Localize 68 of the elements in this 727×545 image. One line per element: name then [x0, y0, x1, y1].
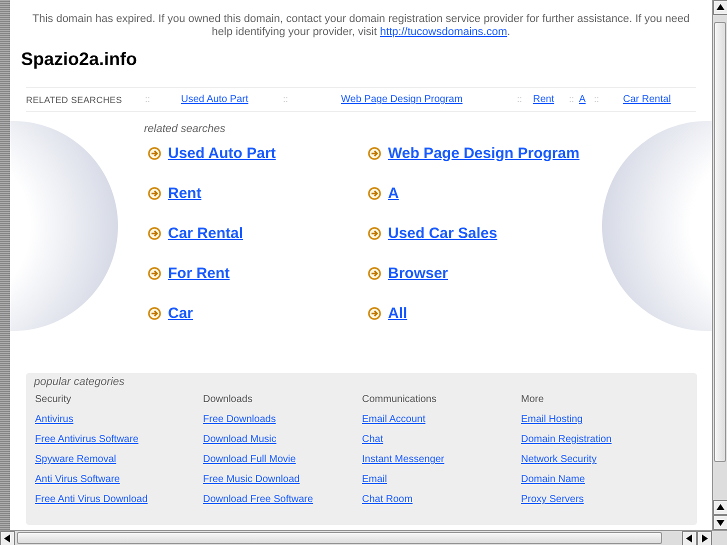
category-link[interactable]: Proxy Servers [521, 494, 584, 514]
category-title: Security [35, 394, 72, 407]
domain-link[interactable]: http://tucowsdomains.com [380, 26, 508, 38]
arrow-circle-icon [368, 306, 381, 320]
category-link[interactable]: Free Downloads [203, 414, 276, 434]
category-link[interactable]: Antivirus [35, 414, 74, 434]
category-link[interactable]: Download Free Software [203, 494, 314, 514]
search-link[interactable]: Browser [388, 264, 448, 282]
arrow-circle-icon [148, 186, 161, 200]
category-link[interactable]: Email [362, 474, 388, 494]
separator: :: [569, 94, 574, 104]
arrow-circle-icon [148, 226, 161, 240]
category-link[interactable]: Free Antivirus Software [35, 434, 138, 454]
search-link[interactable]: Car [168, 304, 194, 322]
category-link[interactable]: Spyware Removal [35, 454, 116, 474]
related-link[interactable]: Car Rental [623, 94, 671, 105]
scroll-left-icon[interactable] [0, 531, 15, 545]
site-title: Spazio2a.info [21, 49, 138, 71]
separator: :: [594, 94, 600, 104]
separator: :: [517, 94, 522, 104]
category-link[interactable]: Domain Name [521, 474, 585, 494]
category-link[interactable]: Anti Virus Software [35, 474, 120, 494]
scroll-up-icon[interactable] [713, 500, 727, 515]
related-searches-label: RELATED SEARCHES [26, 94, 124, 104]
search-link[interactable]: For Rent [168, 264, 230, 282]
category-link[interactable]: Download Music [203, 434, 276, 454]
scrollbar-thumb[interactable] [714, 22, 726, 462]
section-heading: popular categories [34, 375, 126, 390]
category-link[interactable]: Network Security [521, 454, 597, 474]
separator: :: [283, 94, 288, 104]
category-link[interactable]: Domain Registration [521, 434, 612, 454]
arrow-circle-icon [148, 266, 161, 280]
category-link[interactable]: Chat [362, 434, 384, 454]
scroll-up-icon[interactable] [713, 0, 727, 15]
arrow-circle-icon [148, 306, 161, 320]
category-link[interactable]: Instant Messenger [362, 454, 444, 474]
scroll-down-icon[interactable] [713, 515, 727, 530]
scrollbar-thumb[interactable] [17, 532, 662, 544]
category-title: More [521, 394, 545, 407]
search-link[interactable]: A [388, 184, 399, 202]
search-link[interactable]: Used Car Sales [388, 224, 498, 242]
arrow-circle-icon [148, 146, 161, 160]
category-link[interactable]: Email Account [362, 414, 426, 434]
search-link[interactable]: All [388, 304, 408, 322]
arrow-circle-icon [368, 226, 381, 240]
arrow-circle-icon [368, 146, 381, 160]
related-link[interactable]: Web Page Design Program [341, 94, 463, 105]
related-link[interactable]: A [579, 94, 586, 105]
search-link[interactable]: Car Rental [168, 224, 244, 242]
scroll-left-icon[interactable] [682, 531, 697, 545]
category-link[interactable]: Email Hosting [521, 414, 583, 434]
related-link[interactable]: Rent [533, 94, 554, 105]
scroll-right-icon[interactable] [697, 531, 712, 545]
search-link[interactable]: Used Auto Part [168, 144, 276, 162]
separator: :: [145, 94, 150, 104]
category-link[interactable]: Free Music Download [203, 474, 300, 494]
category-title: Communications [362, 394, 438, 407]
category-link[interactable]: Free Anti Virus Download [35, 494, 148, 514]
arrow-circle-icon [368, 186, 381, 200]
search-link[interactable]: Web Page Design Program [388, 144, 580, 162]
category-link[interactable]: Chat Room [362, 494, 413, 514]
category-title: Downloads [203, 394, 254, 407]
search-link[interactable]: Rent [168, 184, 202, 202]
category-link[interactable]: Download Full Movie [203, 454, 296, 474]
related-link[interactable]: Used Auto Part [181, 94, 248, 105]
section-heading: related searches [144, 123, 226, 137]
expiry-notice: This domain has expired. If you owned this domain, contact your domain registration service provider for further assistance. If you need help identifying your provider, visit http://tucowsdomains.com. [31, 13, 691, 39]
arrow-circle-icon [368, 266, 381, 280]
